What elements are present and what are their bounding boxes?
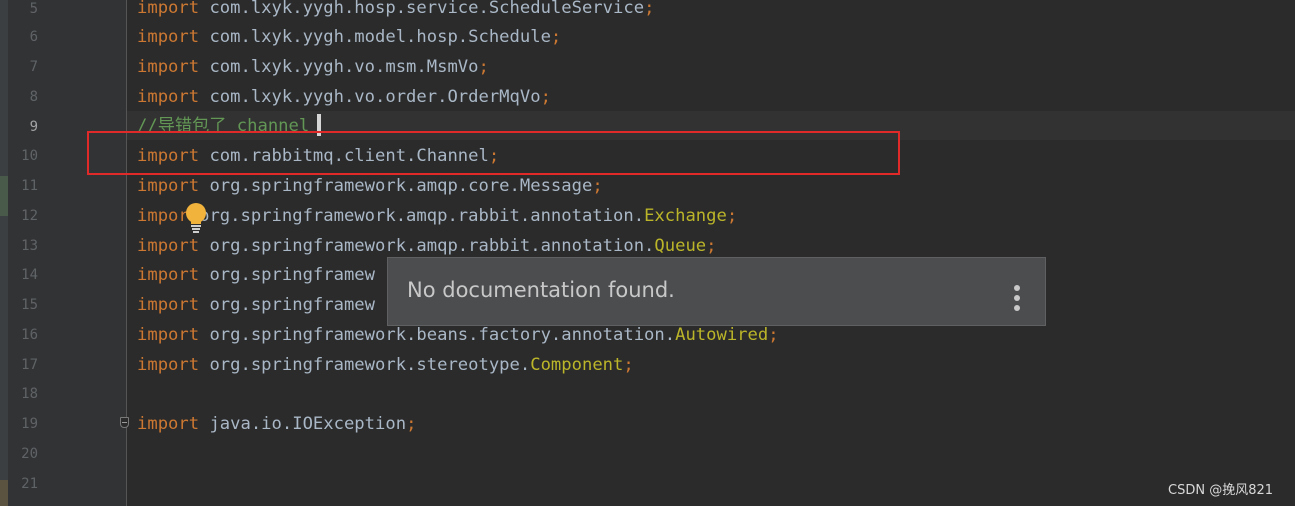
left-tool-strip: do [0, 0, 8, 506]
line-number: 21 [21, 476, 38, 492]
line-number: 6 [29, 29, 38, 45]
line-number: 19 [21, 416, 38, 432]
line-number: 18 [21, 386, 38, 402]
line-number: 10 [21, 148, 38, 164]
code-line[interactable]: import com.lxyk.yygh.vo.msm.MsmVo; [137, 57, 489, 77]
code-line[interactable]: import org.springframework.amqp.rabbit.a… [137, 236, 717, 256]
line-number: 8 [29, 89, 38, 105]
line-number: 16 [21, 327, 38, 343]
line-number: 5 [29, 1, 38, 17]
line-number: 17 [21, 357, 38, 373]
dot [1014, 305, 1020, 311]
gutter-divider [126, 0, 127, 506]
line-number: 20 [21, 446, 38, 462]
dot [1014, 285, 1020, 291]
line-number: 15 [21, 297, 38, 313]
line-number: 11 [21, 178, 38, 194]
fold-icon[interactable] [120, 417, 129, 428]
doc-message: No documentation found. [407, 278, 675, 302]
lightbulb-icon[interactable] [183, 202, 209, 234]
code-line[interactable]: import org.springframew [137, 265, 375, 285]
code-line[interactable]: import com.lxyk.yygh.hosp.service.Schedu… [137, 0, 654, 18]
dot [1014, 295, 1020, 301]
vertical-ellipsis-icon[interactable] [1010, 283, 1024, 313]
code-line[interactable]: import org.springframework.beans.factory… [137, 325, 779, 345]
annotation-highlight-box [87, 131, 900, 175]
watermark: CSDN @挽风821 [1168, 483, 1274, 498]
code-editor[interactable]: do 5 6 7 8 9 10 11 12 13 14 15 16 17 18 … [0, 0, 1295, 506]
strip-marker [0, 480, 8, 506]
code-line[interactable]: impor org.springframework.amqp.rabbit.an… [137, 206, 737, 226]
code-line[interactable]: import org.springframew [137, 295, 375, 315]
line-number: 7 [29, 59, 38, 75]
code-line[interactable]: import org.springframework.amqp.core.Mes… [137, 176, 603, 196]
code-line[interactable]: import java.io.IOException; [137, 414, 416, 434]
line-number: 13 [21, 238, 38, 254]
strip-marker [0, 176, 8, 216]
code-line[interactable]: import com.lxyk.yygh.vo.order.OrderMqVo; [137, 87, 551, 107]
code-line[interactable]: import org.springframework.stereotype.Co… [137, 355, 634, 375]
line-number: 12 [21, 208, 38, 224]
documentation-popup[interactable]: No documentation found. [387, 257, 1046, 326]
line-number-current: 9 [29, 119, 38, 135]
code-line[interactable]: import com.lxyk.yygh.model.hosp.Schedule… [137, 27, 561, 47]
line-number: 14 [21, 267, 38, 283]
